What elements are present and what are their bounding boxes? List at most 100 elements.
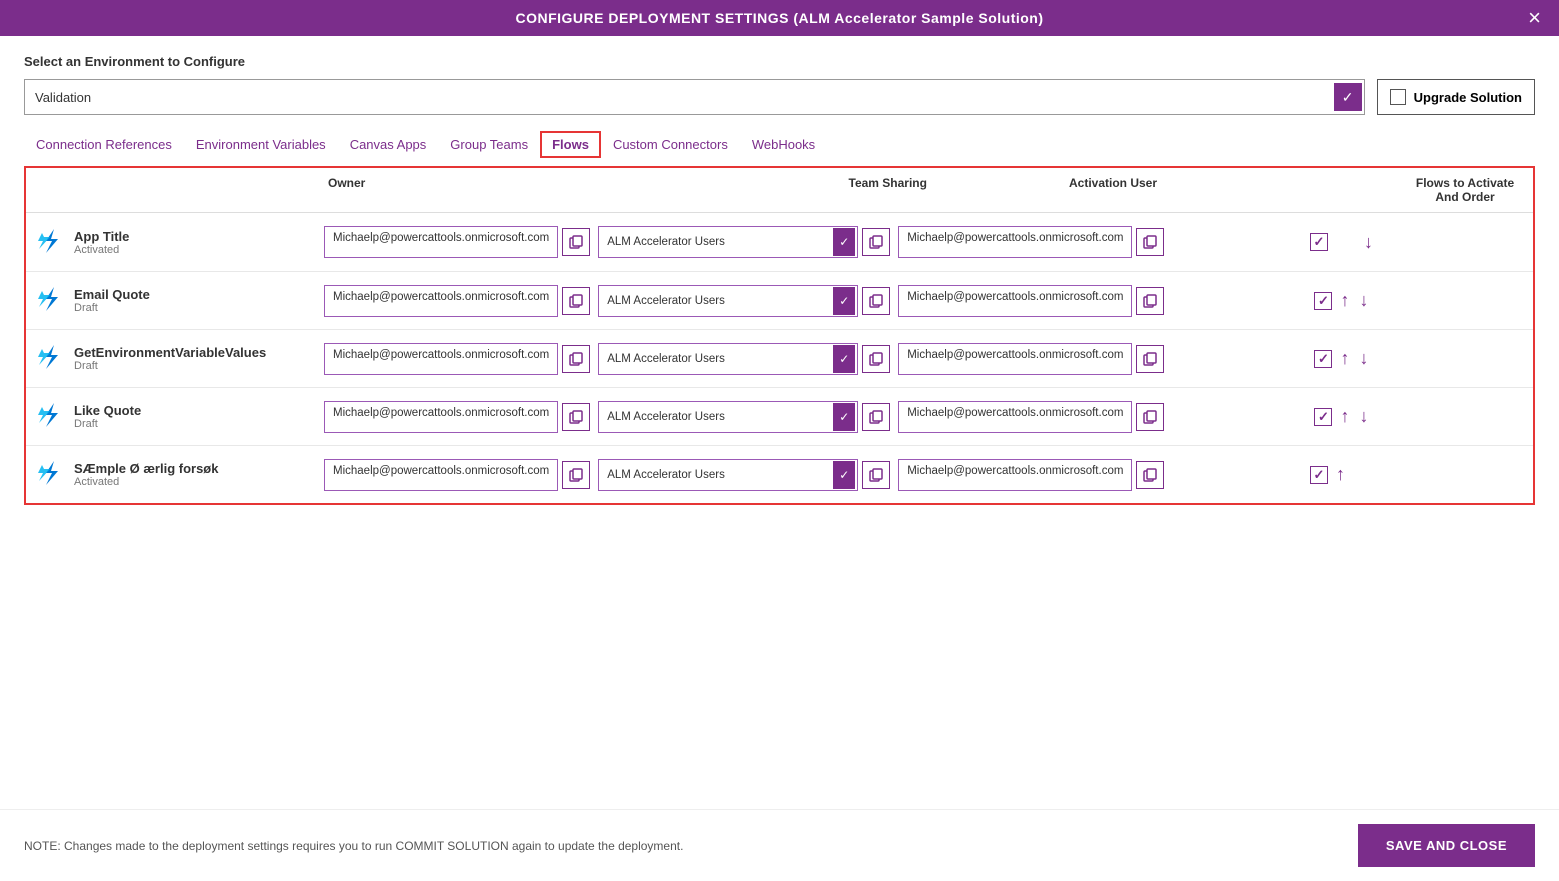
table-row: Like Quote Draft Michaelp@powercattools.… — [26, 387, 1533, 445]
copy-icon — [869, 468, 883, 482]
tab-connection-references[interactable]: Connection References — [24, 132, 184, 157]
footer-note: NOTE: Changes made to the deployment set… — [24, 839, 683, 853]
move-down-button[interactable]: ↓ — [1362, 232, 1375, 253]
team-value: ALM Accelerator Users — [607, 469, 833, 481]
upgrade-label: Upgrade Solution — [1414, 90, 1522, 105]
order-cell: ↑ ↓ — [1172, 348, 1512, 369]
activate-checkbox[interactable] — [1310, 466, 1328, 484]
team-cell: ALM Accelerator Users ✓ — [598, 401, 898, 433]
team-dropdown[interactable]: ALM Accelerator Users ✓ — [598, 401, 858, 433]
team-chevron-icon: ✓ — [833, 403, 855, 431]
activation-copy-button[interactable] — [1136, 345, 1164, 373]
activation-input[interactable]: Michaelp@powercattools.onmicrosoft.com — [898, 285, 1132, 317]
copy-icon — [569, 294, 583, 308]
flow-status: Draft — [74, 360, 266, 372]
owner-input[interactable]: Michaelp@powercattools.onmicrosoft.com — [324, 401, 558, 433]
table-row: GetEnvironmentVariableValues Draft Micha… — [26, 329, 1533, 387]
activation-input[interactable]: Michaelp@powercattools.onmicrosoft.com — [898, 226, 1132, 258]
owner-copy-button[interactable] — [562, 461, 590, 489]
owner-copy-button[interactable] — [562, 287, 590, 315]
flow-status: Activated — [74, 244, 129, 256]
team-dropdown[interactable]: ALM Accelerator Users ✓ — [598, 343, 858, 375]
activation-input[interactable]: Michaelp@powercattools.onmicrosoft.com — [898, 459, 1132, 491]
owner-input[interactable]: Michaelp@powercattools.onmicrosoft.com — [324, 459, 558, 491]
close-button[interactable]: × — [1528, 7, 1541, 29]
team-dropdown[interactable]: ALM Accelerator Users ✓ — [598, 459, 858, 491]
upgrade-solution-button[interactable]: Upgrade Solution — [1377, 79, 1535, 115]
move-down-button[interactable]: ↓ — [1357, 348, 1370, 369]
owner-input[interactable]: Michaelp@powercattools.onmicrosoft.com — [324, 343, 558, 375]
dialog-body: Select an Environment to Configure Valid… — [0, 36, 1559, 585]
env-label: Select an Environment to Configure — [24, 54, 1535, 69]
tab-webhooks[interactable]: WebHooks — [740, 132, 827, 157]
team-copy-button[interactable] — [862, 228, 890, 256]
owner-cell: Michaelp@powercattools.onmicrosoft.com — [324, 343, 598, 375]
activation-cell: Michaelp@powercattools.onmicrosoft.com — [898, 285, 1172, 317]
activate-checkbox[interactable] — [1310, 233, 1328, 251]
owner-copy-button[interactable] — [562, 228, 590, 256]
owner-copy-button[interactable] — [562, 403, 590, 431]
team-dropdown[interactable]: ALM Accelerator Users ✓ — [598, 285, 858, 317]
flow-icon — [34, 399, 66, 434]
activation-copy-button[interactable] — [1136, 403, 1164, 431]
order-cell: ↑ ↓ — [1172, 406, 1512, 427]
activation-copy-button[interactable] — [1136, 228, 1164, 256]
flow-identity: Like Quote Draft — [34, 399, 324, 434]
copy-icon — [1143, 294, 1157, 308]
col-header-order: Flows to ActivateAnd Order — [1405, 174, 1525, 206]
env-selected-value: Validation — [35, 90, 1334, 105]
env-chevron-icon: ✓ — [1334, 83, 1362, 111]
col-header-owner: Owner — [324, 174, 545, 206]
owner-copy-button[interactable] — [562, 345, 590, 373]
activation-cell: Michaelp@powercattools.onmicrosoft.com — [898, 459, 1172, 491]
tab-custom-connectors[interactable]: Custom Connectors — [601, 132, 740, 157]
col-header-name — [34, 174, 324, 206]
owner-cell: Michaelp@powercattools.onmicrosoft.com — [324, 401, 598, 433]
activate-checkbox[interactable] — [1314, 292, 1332, 310]
owner-cell: Michaelp@powercattools.onmicrosoft.com — [324, 226, 598, 258]
activation-input[interactable]: Michaelp@powercattools.onmicrosoft.com — [898, 401, 1132, 433]
tab-group-teams[interactable]: Group Teams — [438, 132, 540, 157]
order-cell: ↑ ↓ — [1172, 290, 1512, 311]
team-copy-button[interactable] — [862, 403, 890, 431]
table-header-row: Owner Team Sharing Activation User Flows… — [26, 168, 1533, 213]
save-close-button[interactable]: SAVE AND CLOSE — [1358, 824, 1535, 867]
activation-copy-button[interactable] — [1136, 461, 1164, 489]
move-down-button[interactable]: ↓ — [1357, 406, 1370, 427]
owner-input[interactable]: Michaelp@powercattools.onmicrosoft.com — [324, 226, 558, 258]
move-up-button[interactable]: ↑ — [1334, 464, 1347, 485]
flow-identity: SÆmple Ø ærlig forsøk Activated — [34, 457, 324, 492]
flow-icon — [34, 225, 66, 260]
team-chevron-icon: ✓ — [833, 228, 855, 256]
team-copy-button[interactable] — [862, 287, 890, 315]
team-copy-button[interactable] — [862, 461, 890, 489]
tab-canvas-apps[interactable]: Canvas Apps — [338, 132, 439, 157]
activation-input[interactable]: Michaelp@powercattools.onmicrosoft.com — [898, 343, 1132, 375]
move-up-button[interactable]: ↑ — [1338, 290, 1351, 311]
env-row: Validation ✓ Upgrade Solution — [24, 79, 1535, 115]
flow-name: GetEnvironmentVariableValues — [74, 345, 266, 360]
col-header-team-spacer — [545, 174, 845, 206]
flow-identity: GetEnvironmentVariableValues Draft — [34, 341, 324, 376]
flows-table: Owner Team Sharing Activation User Flows… — [24, 166, 1535, 505]
environment-dropdown[interactable]: Validation ✓ — [24, 79, 1365, 115]
activate-checkbox[interactable] — [1314, 408, 1332, 426]
team-copy-button[interactable] — [862, 345, 890, 373]
copy-icon — [1143, 468, 1157, 482]
copy-icon — [569, 235, 583, 249]
owner-input[interactable]: Michaelp@powercattools.onmicrosoft.com — [324, 285, 558, 317]
team-value: ALM Accelerator Users — [607, 295, 833, 307]
move-down-button[interactable]: ↓ — [1357, 290, 1370, 311]
team-dropdown[interactable]: ALM Accelerator Users ✓ — [598, 226, 858, 258]
tab-flows[interactable]: Flows — [540, 131, 601, 158]
flow-identity: App Title Activated — [34, 225, 324, 260]
copy-icon — [1143, 410, 1157, 424]
copy-icon — [569, 468, 583, 482]
team-cell: ALM Accelerator Users ✓ — [598, 226, 898, 258]
activate-checkbox[interactable] — [1314, 350, 1332, 368]
flow-name: Email Quote — [74, 287, 150, 302]
tab-environment-variables[interactable]: Environment Variables — [184, 132, 338, 157]
move-up-button[interactable]: ↑ — [1338, 348, 1351, 369]
move-up-button[interactable]: ↑ — [1338, 406, 1351, 427]
activation-copy-button[interactable] — [1136, 287, 1164, 315]
